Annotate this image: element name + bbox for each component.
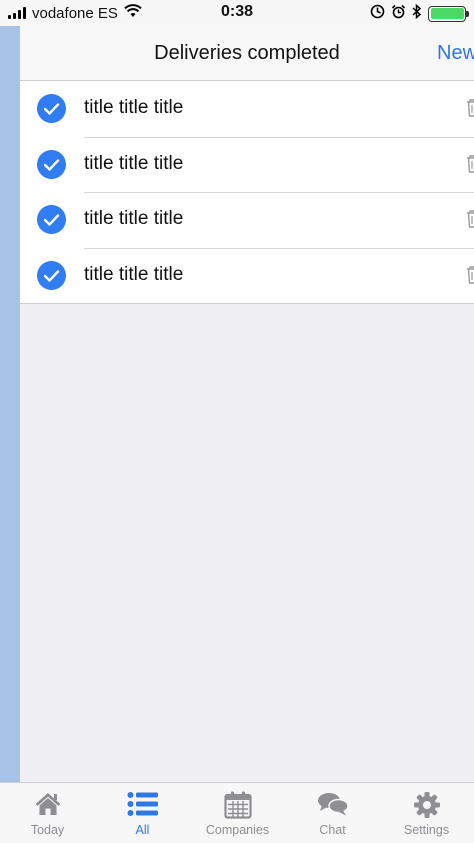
calendar-icon — [190, 791, 285, 819]
tab-label: Companies — [205, 823, 270, 837]
tab-settings[interactable]: Settings — [379, 783, 474, 843]
status-bar: vodafone ES 0:38 — [0, 0, 474, 26]
left-edge-strip — [0, 26, 20, 782]
trash-icon[interactable] — [466, 265, 474, 290]
tab-label: Chat — [319, 823, 346, 837]
tab-chat[interactable]: Chat — [285, 783, 380, 843]
list-item[interactable]: title title title — [20, 136, 474, 193]
tab-today[interactable]: Today — [0, 783, 95, 843]
status-right — [370, 3, 469, 23]
delivery-title: title title title — [84, 208, 184, 229]
delivery-list: title title title title title title titl… — [20, 81, 474, 304]
battery-fill — [430, 8, 464, 19]
tab-label: Settings — [403, 823, 450, 837]
list-icon — [95, 791, 190, 819]
checkmark-icon[interactable] — [37, 260, 66, 290]
trash-icon[interactable] — [466, 98, 474, 123]
delivery-title: title title title — [84, 97, 184, 118]
list-item[interactable]: title title title — [20, 247, 474, 304]
location-lock-icon — [370, 4, 385, 23]
battery-cap — [466, 10, 469, 17]
trash-icon[interactable] — [466, 154, 474, 179]
new-button[interactable]: New — [437, 42, 474, 65]
battery-icon — [428, 5, 469, 22]
tab-companies[interactable]: Companies — [190, 783, 285, 843]
trash-icon[interactable] — [466, 209, 474, 234]
navigation-bar: Deliveries completed New — [20, 26, 474, 81]
chat-icon — [285, 791, 380, 819]
checkmark-icon[interactable] — [37, 149, 66, 179]
page-title: Deliveries completed — [154, 42, 340, 64]
bluetooth-icon — [412, 3, 422, 23]
tab-all[interactable]: All — [95, 783, 190, 843]
checkmark-icon[interactable] — [37, 205, 66, 234]
alarm-icon — [391, 4, 406, 23]
list-item[interactable]: title title title — [20, 192, 474, 248]
home-icon — [0, 791, 95, 819]
list-item[interactable]: title title title — [20, 81, 474, 137]
tab-label: All — [135, 823, 150, 837]
tab-label: Today — [30, 823, 65, 837]
tab-bar: Today All Companies Chat Settings — [0, 782, 474, 843]
delivery-title: title title title — [84, 152, 184, 174]
gear-icon — [379, 791, 474, 819]
delivery-title: title title title — [84, 263, 184, 285]
checkmark-icon[interactable] — [37, 94, 66, 123]
